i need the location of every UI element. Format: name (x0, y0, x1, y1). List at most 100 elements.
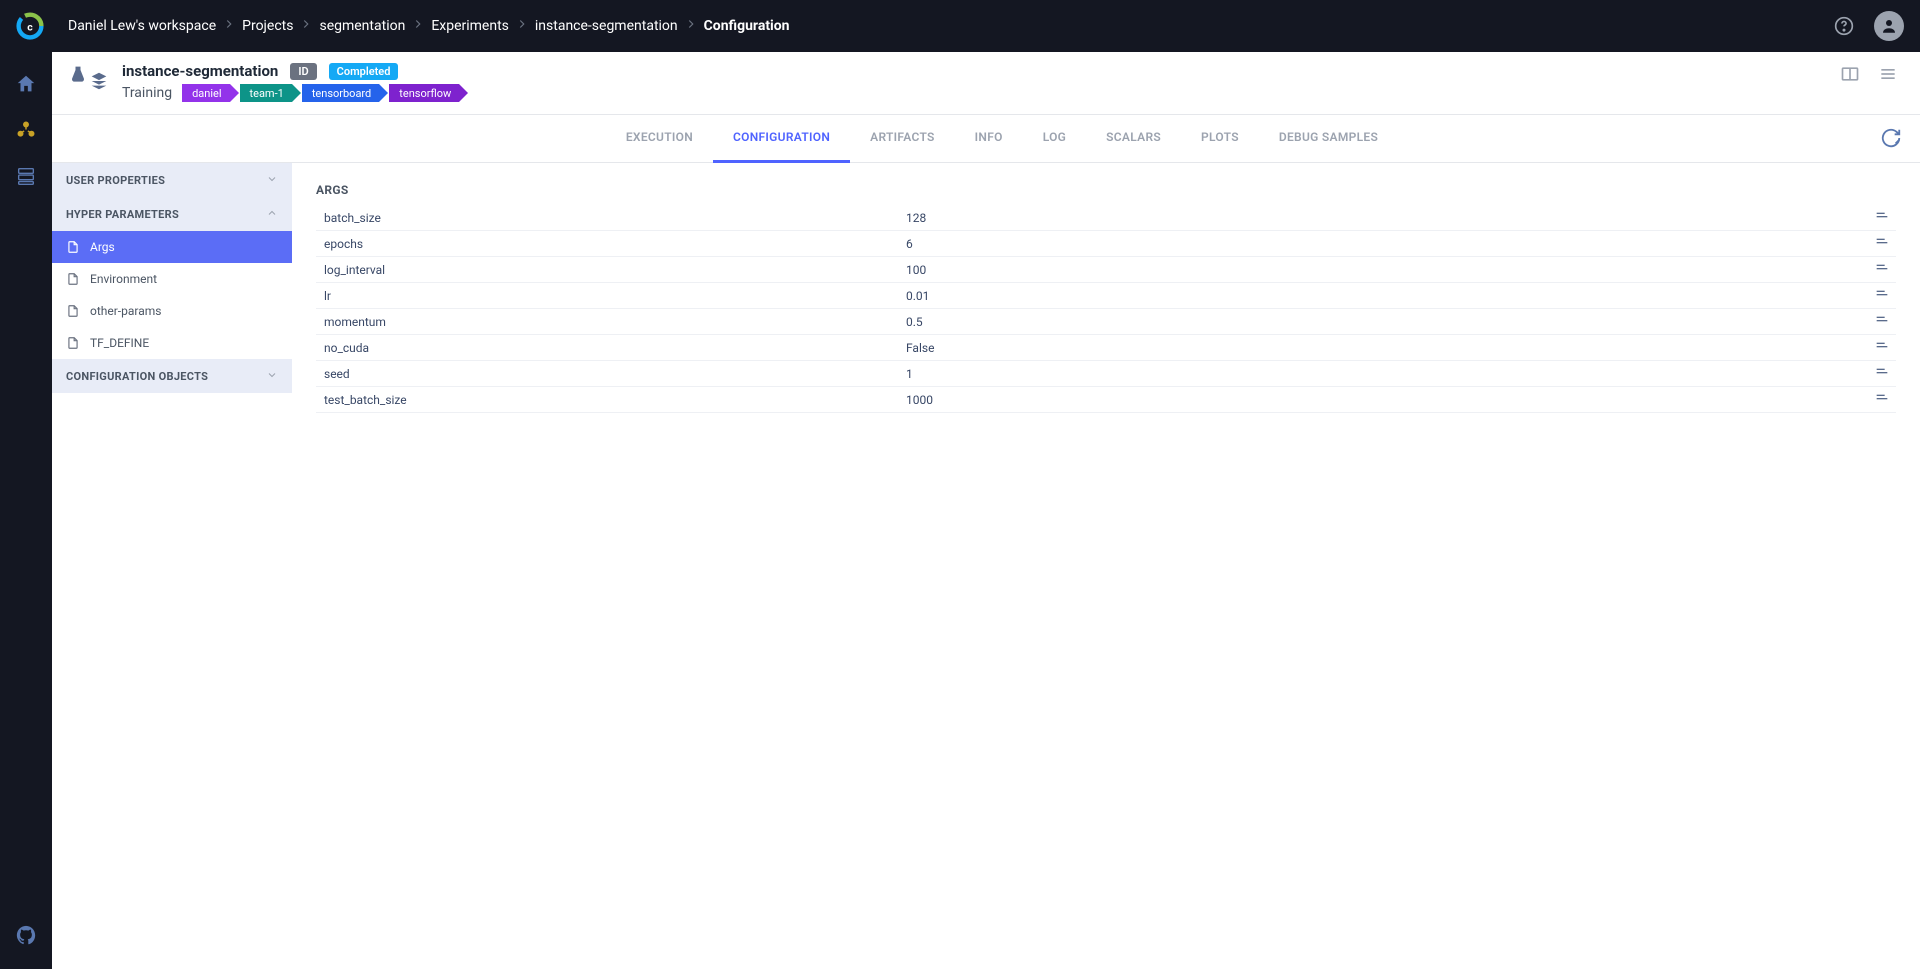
sidepanel-group[interactable]: CONFIGURATION OBJECTS (52, 359, 292, 393)
param-value: 128 (906, 211, 1874, 225)
tab-scalars[interactable]: SCALARS (1086, 115, 1181, 163)
breadcrumb-item[interactable]: Daniel Lew's workspace (68, 18, 216, 34)
sidepanel-item[interactable]: Args (52, 231, 292, 263)
sidepanel-group[interactable]: HYPER PARAMETERS (52, 197, 292, 231)
breadcrumb-item[interactable]: Experiments (431, 18, 509, 34)
sidepanel-group-label: HYPER PARAMETERS (66, 208, 179, 221)
sort-icon[interactable] (1874, 260, 1896, 279)
chevron-down-icon (266, 369, 278, 384)
tab-log[interactable]: LOG (1023, 115, 1086, 163)
file-icon (66, 304, 80, 318)
param-value: 1 (906, 367, 1874, 381)
tab-execution[interactable]: EXECUTION (606, 115, 713, 163)
param-row[interactable]: log_interval100 (316, 257, 1896, 283)
param-key: momentum (316, 315, 906, 329)
nav-model-icon[interactable] (6, 110, 46, 150)
chevron-down-icon (266, 173, 278, 188)
sidepanel-item-label: TF_DEFINE (90, 336, 149, 350)
param-value: 100 (906, 263, 1874, 277)
param-row[interactable]: test_batch_size1000 (316, 387, 1896, 413)
section-title: ARGS (316, 183, 1896, 197)
topbar: c Daniel Lew's workspace Projects segmenta… (0, 0, 1920, 52)
param-key: epochs (316, 237, 906, 251)
experiment-title: instance-segmentation (122, 62, 278, 80)
tag[interactable]: tensorboard (302, 84, 379, 102)
param-key: log_interval (316, 263, 906, 277)
file-icon (66, 336, 80, 350)
tag[interactable]: team-1 (240, 84, 292, 102)
layout-icon[interactable] (1838, 62, 1862, 86)
param-list: batch_size128epochs6log_interval100lr0.0… (316, 205, 1896, 413)
chevron-right-icon (299, 17, 313, 35)
menu-icon[interactable] (1876, 62, 1900, 86)
github-icon[interactable] (6, 915, 46, 955)
param-row[interactable]: batch_size128 (316, 205, 1896, 231)
sort-icon[interactable] (1874, 338, 1896, 357)
tag-chain: daniel team-1 tensorboard tensorflow (182, 84, 469, 102)
experiment-type-icons (68, 64, 110, 92)
sidepanel-item[interactable]: other-params (52, 295, 292, 327)
param-key: no_cuda (316, 341, 906, 355)
tab-plots[interactable]: PLOTS (1181, 115, 1259, 163)
sort-icon[interactable] (1874, 208, 1896, 227)
nav-servers-icon[interactable] (6, 156, 46, 196)
param-key: seed (316, 367, 906, 381)
sidepanel-item-label: Environment (90, 272, 157, 286)
sidepanel-item-label: Args (90, 240, 115, 254)
experiment-type: Training (122, 85, 172, 101)
sidepanel-group-label: CONFIGURATION OBJECTS (66, 370, 208, 383)
file-icon (66, 272, 80, 286)
breadcrumbs: Daniel Lew's workspace Projects segmentati… (68, 17, 790, 35)
chevron-right-icon (684, 17, 698, 35)
param-row[interactable]: epochs6 (316, 231, 1896, 257)
param-row[interactable]: lr0.01 (316, 283, 1896, 309)
tab-info[interactable]: INFO (955, 115, 1023, 163)
sidepanel-group[interactable]: USER PROPERTIES (52, 163, 292, 197)
breadcrumb-item[interactable]: Configuration (704, 18, 790, 34)
sidepanel-item[interactable]: TF_DEFINE (52, 327, 292, 359)
sidepanel-item[interactable]: Environment (52, 263, 292, 295)
help-icon[interactable] (1832, 14, 1856, 38)
status-badge: Completed (329, 63, 399, 80)
tab-configuration[interactable]: CONFIGURATION (713, 115, 850, 163)
param-key: lr (316, 289, 906, 303)
nav-home-icon[interactable] (6, 64, 46, 104)
nav-rail (0, 52, 52, 969)
breadcrumb-item[interactable]: Projects (242, 18, 293, 34)
tabs: EXECUTIONCONFIGURATIONARTIFACTSINFOLOGSC… (606, 115, 1398, 163)
sort-icon[interactable] (1874, 234, 1896, 253)
param-key: batch_size (316, 211, 906, 225)
app-logo[interactable]: c (16, 12, 44, 40)
page: instance-segmentation ID Completed Train… (52, 52, 1920, 969)
chevron-right-icon (515, 17, 529, 35)
tag[interactable]: daniel (182, 84, 229, 102)
experiment-header: instance-segmentation ID Completed Train… (52, 52, 1920, 115)
sort-icon[interactable] (1874, 312, 1896, 331)
param-value: 0.5 (906, 315, 1874, 329)
content-area: ARGS batch_size128epochs6log_interval100… (292, 163, 1920, 969)
breadcrumb-item[interactable]: segmentation (319, 18, 405, 34)
param-row[interactable]: momentum0.5 (316, 309, 1896, 335)
sort-icon[interactable] (1874, 286, 1896, 305)
refresh-icon[interactable] (1880, 127, 1902, 153)
sidepanel-group-label: USER PROPERTIES (66, 174, 165, 187)
param-key: test_batch_size (316, 393, 906, 407)
sidepanel-item-label: other-params (90, 304, 161, 318)
chevron-right-icon (222, 17, 236, 35)
breadcrumb-item[interactable]: instance-segmentation (535, 18, 678, 34)
param-row[interactable]: no_cudaFalse (316, 335, 1896, 361)
param-value: False (906, 341, 1874, 355)
tab-debug-samples[interactable]: DEBUG SAMPLES (1259, 115, 1398, 163)
file-icon (66, 240, 80, 254)
id-badge[interactable]: ID (290, 63, 316, 80)
sort-icon[interactable] (1874, 390, 1896, 409)
chevron-right-icon (411, 17, 425, 35)
tag[interactable]: tensorflow (389, 84, 459, 102)
param-value: 6 (906, 237, 1874, 251)
user-avatar[interactable] (1874, 11, 1904, 41)
param-value: 1000 (906, 393, 1874, 407)
tab-artifacts[interactable]: ARTIFACTS (850, 115, 955, 163)
sort-icon[interactable] (1874, 364, 1896, 383)
param-row[interactable]: seed1 (316, 361, 1896, 387)
tabs-row: EXECUTIONCONFIGURATIONARTIFACTSINFOLOGSC… (52, 115, 1920, 163)
